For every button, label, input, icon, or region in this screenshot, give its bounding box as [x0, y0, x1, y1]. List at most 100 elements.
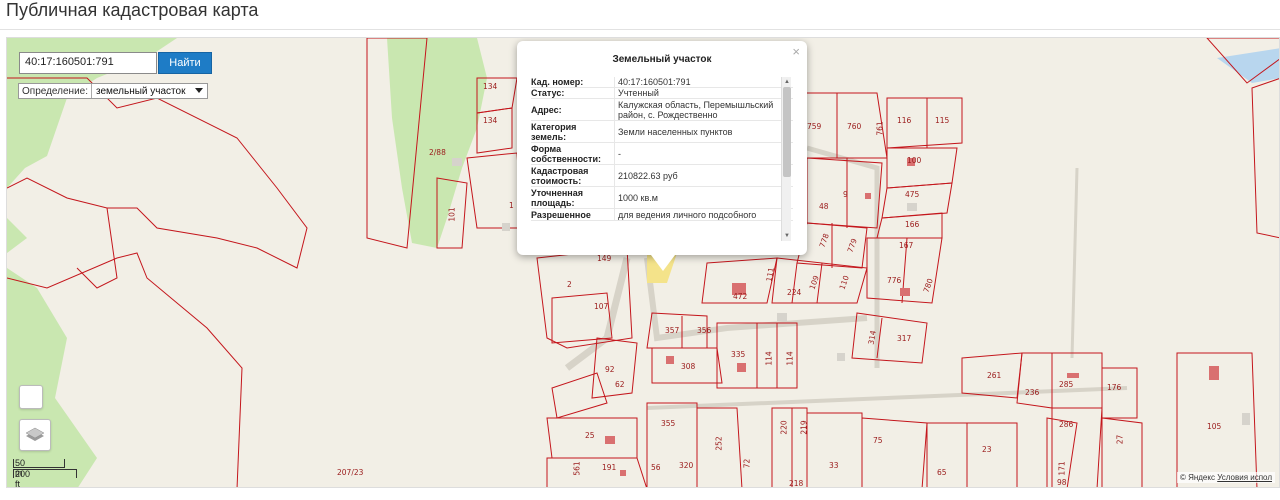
terms-link[interactable]: Условия испол	[1217, 473, 1272, 482]
popup-row-key: Статус:	[531, 88, 565, 98]
parcel-label: 98	[1057, 478, 1067, 487]
scale-imperial-label: 200 ft	[15, 469, 31, 488]
parcel-label: 220	[779, 420, 789, 435]
chevron-down-icon	[195, 88, 204, 93]
parcel-label: 171	[1057, 461, 1067, 476]
parcel-label: 134	[483, 116, 498, 125]
popup-row-key: Адрес:	[531, 104, 562, 115]
parcel-label: 320	[679, 461, 694, 470]
parcel-label: 355	[661, 419, 676, 428]
popup-properties-table: Кад. номер: 40:17:160501:791 Статус: Учтенн…	[531, 77, 793, 241]
parcel-label: 100	[907, 156, 922, 165]
definition-dropdown[interactable]: земельный участок	[91, 84, 207, 98]
parcel-label: 105	[1207, 422, 1222, 431]
page-title: Публичная кадастровая карта	[6, 0, 259, 20]
map-viewport[interactable]: 134 134 2/88 101 759 760 761 116 115 100 9 48 475 166…	[6, 37, 1280, 488]
parcel-label: 56	[651, 463, 661, 472]
parcel-label: 115	[935, 116, 950, 125]
search-input[interactable]: 40:17:160501:791	[19, 52, 157, 74]
parcel-label: 776	[887, 276, 902, 285]
copyright-text: © Яндекс	[1179, 473, 1215, 482]
parcel-label: 760	[847, 122, 862, 131]
popup-row: Форма собственности: -	[531, 143, 793, 165]
parcel-label: 285	[1059, 380, 1074, 389]
popup-row: Разрешенное для ведения личного подсобног…	[531, 209, 793, 221]
popup-row: Кад. номер: 40:17:160501:791	[531, 77, 793, 88]
parcel-label: 107	[594, 302, 609, 311]
parcel-label: 25	[585, 431, 595, 440]
parcel-label: 286	[1059, 420, 1074, 429]
popup-row-value: Учтенный	[614, 88, 793, 98]
popup-row: Категория земель: Земли населенных пункто…	[531, 121, 793, 143]
popup-row: Кадастровая стоимость: 210822.63 руб	[531, 165, 793, 187]
parcel-label: 1	[509, 201, 514, 210]
parcel-label: 308	[681, 362, 696, 371]
parcel-info-popup: × Земельный участок Кад. номер: 40:17:160…	[517, 41, 807, 271]
parcel-label: 23	[982, 445, 992, 454]
parcel-label: 176	[1107, 383, 1122, 392]
parcel-label: 218	[789, 479, 804, 488]
popup-row-key: Кадастровая стоимость:	[531, 165, 589, 186]
parcel-label: 2	[567, 280, 572, 289]
definition-label: Определение:	[22, 85, 89, 97]
parcel-label: 134	[483, 82, 498, 91]
parcel-label: 252	[714, 436, 724, 451]
parcel-label: 27	[1115, 434, 1125, 445]
popup-row-value: для ведения личного подсобного	[614, 209, 793, 220]
popup-row-value: -	[614, 143, 793, 164]
scrollbar-thumb[interactable]	[783, 87, 791, 177]
parcel-label: 92	[605, 365, 615, 374]
popup-row-value: Калужская область, Перемышльский район, …	[614, 99, 793, 120]
parcel-label: 335	[731, 350, 746, 359]
search-button[interactable]: Найти	[158, 52, 212, 74]
scroll-up-icon[interactable]: ▲	[783, 78, 791, 86]
layers-icon	[25, 427, 45, 441]
parcel-label: 149	[597, 254, 612, 263]
parcel-label: 219	[799, 420, 809, 435]
parcel-label: 166	[905, 220, 920, 229]
parcel-label: 62	[615, 380, 625, 389]
popup-row-value: 210822.63 руб	[614, 165, 793, 186]
parcel-label: 475	[905, 190, 920, 199]
parcel-label: 116	[897, 116, 912, 125]
parcel-label: 33	[829, 461, 839, 470]
parcel-label: 191	[602, 463, 617, 472]
definition-selector[interactable]: Определение: земельный участок	[18, 83, 209, 99]
parcel-label: 65	[937, 468, 947, 477]
popup-row-key: Форма собственности:	[531, 143, 601, 164]
popup-row-key: Уточненная площадь:	[531, 187, 583, 208]
parcel-label: 357	[665, 326, 680, 335]
title-divider	[0, 29, 1280, 30]
map-copyright: © Яндекс Условия испол	[1176, 472, 1275, 483]
parcel-label: 224	[787, 288, 802, 297]
parcel-label: 761	[875, 121, 885, 136]
parcel-label: 114	[785, 351, 795, 366]
popup-row-value: 40:17:160501:791	[614, 77, 793, 87]
popup-scrollbar[interactable]: ▲ ▼	[781, 77, 791, 241]
popup-pointer	[651, 255, 675, 271]
parcel-label: 561	[572, 461, 582, 476]
parcel-label: 48	[819, 202, 829, 211]
parcel-label: 72	[742, 458, 752, 469]
layers-button[interactable]	[19, 419, 51, 451]
popup-row: Статус: Учтенный	[531, 88, 793, 99]
parcel-label: 759	[807, 122, 822, 131]
parcel-label: 75	[873, 436, 883, 445]
popup-row: Адрес: Калужская область, Перемышльский р…	[531, 99, 793, 121]
scroll-down-icon[interactable]: ▼	[783, 232, 791, 240]
parcel-label: 207/23	[337, 468, 364, 477]
parcel-label: 356	[697, 326, 712, 335]
parcel-label: 2/88	[429, 148, 446, 157]
parcel-label: 114	[764, 351, 774, 366]
popup-row-key: Разрешенное	[531, 209, 591, 220]
popup-row-value: 1000 кв.м	[614, 187, 793, 208]
fullscreen-button[interactable]	[19, 385, 43, 409]
popup-row-value: Земли населенных пунктов	[614, 121, 793, 142]
parcel-label: 472	[733, 292, 748, 301]
popup-row-key: Категория земель:	[531, 121, 577, 142]
parcel-label: 317	[897, 334, 912, 343]
popup-row-key: Кад. номер:	[531, 77, 584, 87]
parcel-label: 101	[447, 207, 457, 222]
popup-title: Земельный участок	[612, 54, 712, 65]
popup-row: Уточненная площадь: 1000 кв.м	[531, 187, 793, 209]
